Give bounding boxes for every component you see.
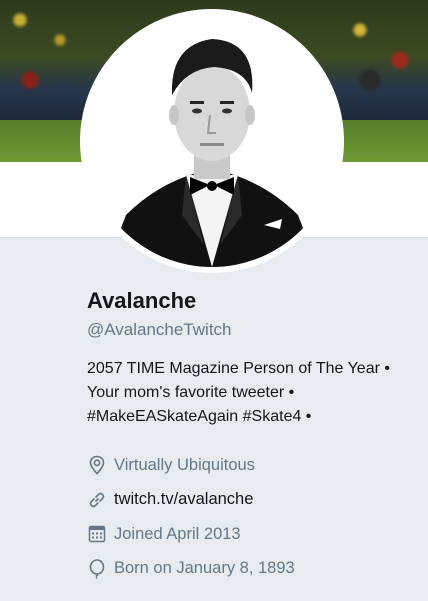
bio-line[interactable]: #MakeEASkateAgain #Skate4 • — [87, 405, 422, 429]
avatar-photo — [86, 15, 338, 267]
location-text: Virtually Ubiquitous — [114, 455, 255, 474]
profile-meta: Virtually Ubiquitous twitch.tv/avalanche — [87, 448, 422, 586]
calendar-icon — [87, 524, 107, 544]
profile-name[interactable]: Avalanche — [87, 286, 422, 316]
website-row: twitch.tv/avalanche — [87, 483, 422, 518]
joined-text: Joined April 2013 — [114, 524, 241, 543]
profile-bio: 2057 TIME Magazine Person of The Year • … — [87, 357, 422, 429]
website-link[interactable]: twitch.tv/avalanche — [114, 490, 253, 509]
bio-line: Your mom's favorite tweeter • — [87, 384, 295, 401]
born-row: Born on January 8, 1893 — [87, 552, 422, 587]
balloon-icon — [87, 558, 107, 579]
joined-row: Joined April 2013 — [87, 517, 422, 552]
bio-line: 2057 TIME Magazine Person of The Year • — [87, 360, 390, 377]
location-pin-icon — [87, 455, 107, 475]
profile-handle[interactable]: @AvalancheTwitch — [87, 318, 422, 342]
profile-header: Avalanche @AvalancheTwitch — [87, 286, 422, 342]
link-icon — [87, 490, 107, 510]
location-row: Virtually Ubiquitous — [87, 448, 422, 483]
avatar[interactable] — [80, 9, 344, 273]
born-text: Born on January 8, 1893 — [114, 559, 295, 578]
